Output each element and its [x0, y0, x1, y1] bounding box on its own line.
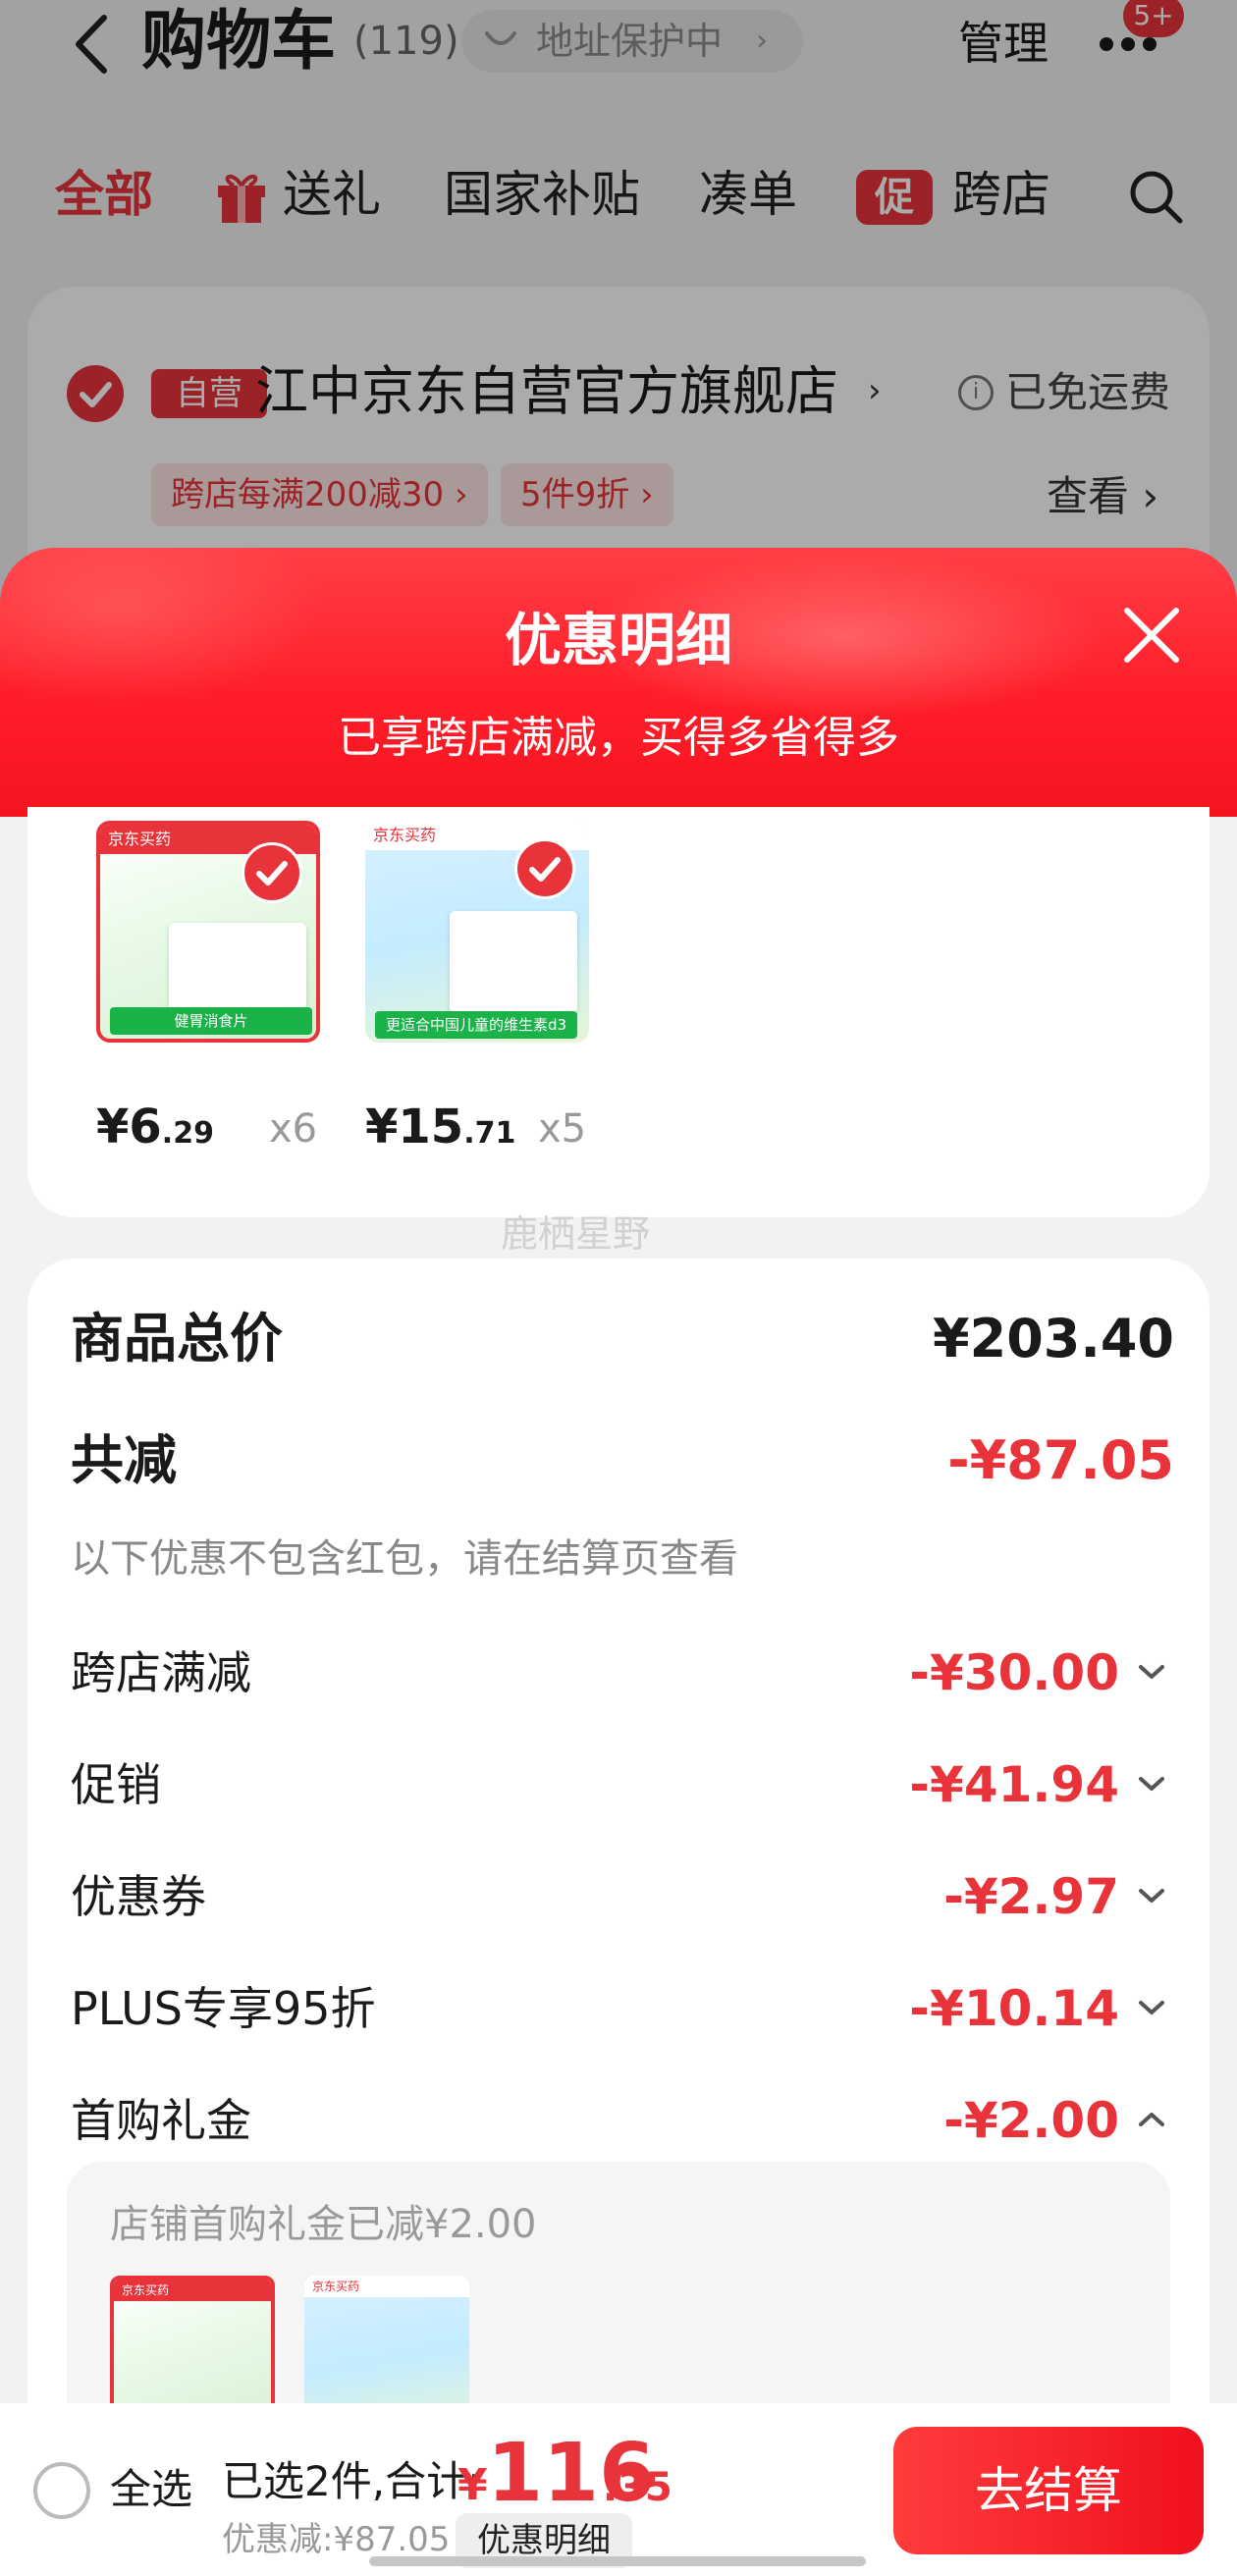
product-banner: 京东买药 — [114, 2280, 271, 2301]
product-strip: 健胃消食片 — [110, 1007, 312, 1035]
product-quantity: x6 — [269, 1106, 318, 1152]
total-reduction-value: -¥87.05 — [947, 1429, 1174, 1491]
product-price: ¥15.71 — [365, 1098, 515, 1163]
discount-item-label: 促销 — [71, 1758, 161, 1811]
check-icon — [529, 857, 561, 882]
product-checkbox[interactable] — [514, 838, 575, 899]
product-quantity: x5 — [538, 1106, 587, 1152]
total-reduction-label: 共减 — [71, 1429, 177, 1491]
price-decimal: .29 — [161, 1116, 214, 1151]
home-indicator — [369, 2556, 866, 2566]
sheet-body: 京东买药 健胃消食片 京东买药 更适合中国儿童的维生素d3 ¥6.29 x6 ¥… — [0, 807, 1237, 2576]
product-thumbnail[interactable]: 京东买药 更适合中国儿童的维生素d3 — [365, 821, 589, 1043]
check-icon — [256, 861, 288, 886]
discount-item-label: 首购礼金 — [71, 2094, 251, 2147]
discount-item-value[interactable]: -¥2.00 — [943, 2089, 1119, 2152]
total-price-label: 商品总价 — [71, 1308, 283, 1369]
total-price-value: ¥203.40 — [933, 1308, 1174, 1369]
price-integer: ¥15 — [365, 1100, 464, 1154]
red-packet-note: 以下优惠不包含红包，请在结算页查看 — [71, 1536, 738, 1582]
discount-item-label: 优惠券 — [71, 1870, 206, 1923]
discount-breakdown: 商品总价 ¥203.40 共减 -¥87.05 以下优惠不包含红包，请在结算页查… — [27, 1259, 1210, 2576]
selected-products: 京东买药 健胃消食片 京东买药 更适合中国儿童的维生素d3 ¥6.29 x6 ¥… — [27, 807, 1210, 1217]
product-banner: 京东买药 — [304, 2276, 469, 2297]
discount-item-value[interactable]: -¥41.94 — [909, 1753, 1119, 1816]
checkout-bar: 全选 已选2件,合计: ¥ 116 .35 优惠减:¥87.05 优惠明细 去结… — [0, 2403, 1237, 2576]
total-decimal: .35 — [603, 2465, 672, 2510]
product-thumbnail[interactable]: 京东买药 健胃消食片 — [96, 821, 320, 1043]
product-price: ¥6.29 — [96, 1098, 214, 1163]
discount-item-label: 跨店满减 — [71, 1646, 251, 1699]
close-icon[interactable] — [1119, 603, 1184, 668]
first-purchase-note: 店铺首购礼金已减¥2.00 — [110, 2202, 537, 2247]
chevron-down-icon[interactable] — [1137, 1865, 1166, 1928]
product-checkbox[interactable] — [242, 842, 302, 903]
sheet-title: 优惠明细 — [504, 607, 732, 673]
chevron-down-icon[interactable] — [1137, 1977, 1166, 2040]
selection-summary: 已选2件,合计: — [222, 2457, 482, 2505]
discount-item-value[interactable]: -¥2.97 — [943, 1865, 1119, 1928]
product-strip: 更适合中国儿童的维生素d3 — [375, 1011, 577, 1039]
price-decimal: .71 — [463, 1116, 516, 1151]
chevron-down-icon[interactable] — [1137, 1753, 1166, 1816]
currency-symbol: ¥ — [457, 2460, 488, 2510]
discount-item-value[interactable]: -¥30.00 — [909, 1641, 1119, 1704]
discount-item-label: PLUS专享95折 — [71, 1982, 376, 2035]
chevron-down-icon[interactable] — [1137, 1641, 1166, 1704]
select-all-radio[interactable] — [33, 2462, 90, 2519]
select-all-label[interactable]: 全选 — [110, 2458, 192, 2521]
sheet-subtitle: 已享跨店满减，买得多省得多 — [338, 713, 899, 763]
watermark: 鹿栖星野 — [501, 1212, 651, 1256]
sheet-header: 优惠明细 已享跨店满减，买得多省得多 — [0, 548, 1237, 817]
product-box-image — [450, 911, 577, 1013]
price-integer: ¥6 — [96, 1100, 162, 1154]
chevron-up-icon[interactable] — [1137, 2089, 1166, 2152]
checkout-button[interactable]: 去结算 — [893, 2427, 1204, 2554]
discount-item-value[interactable]: -¥10.14 — [909, 1977, 1119, 2040]
